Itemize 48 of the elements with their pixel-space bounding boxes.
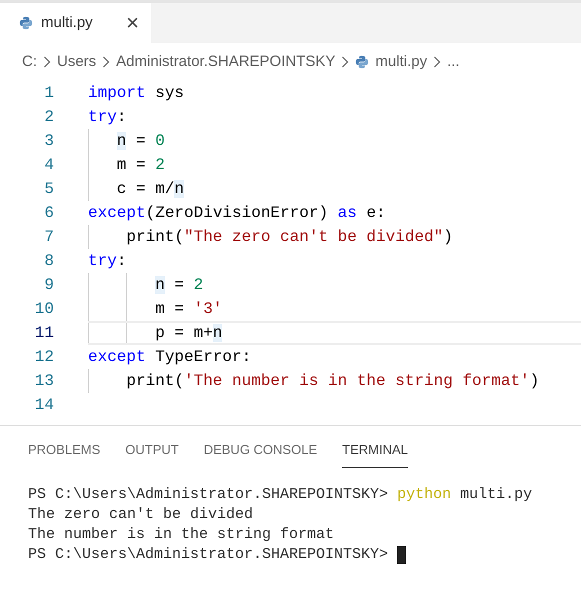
terminal-line: PS C:\Users\Administrator.SHAREPOINTSKY> python multi.py xyxy=(28,484,532,504)
code-line: except(ZeroDivisionError) as e: xyxy=(88,203,386,224)
chevron-right-icon xyxy=(341,56,350,68)
code-line: p = m+n xyxy=(155,323,222,344)
panel-tab[interactable]: DEBUG CONSOLE xyxy=(204,440,318,468)
terminal-line: PS C:\Users\Administrator.SHAREPOINTSKY> xyxy=(28,544,390,564)
line-number: 4 xyxy=(43,155,54,176)
code-line: try: xyxy=(88,251,126,272)
code-line: m = '3' xyxy=(155,299,222,320)
line-number: 9 xyxy=(43,275,54,296)
chevron-right-icon xyxy=(433,56,442,68)
panel-tab[interactable]: OUTPUT xyxy=(125,440,179,468)
editor-tab[interactable]: multi.py × xyxy=(0,3,151,43)
terminal-line: The zero can't be divided xyxy=(28,504,254,524)
chevron-right-icon xyxy=(102,56,110,68)
code-line: try: xyxy=(88,107,126,128)
breadcrumb-item[interactable]: multi.py xyxy=(355,50,428,74)
code-line: print("The zero can't be divided") xyxy=(126,227,453,248)
breadcrumb-item[interactable]: ... xyxy=(447,50,460,74)
panel-tab[interactable]: TERMINAL xyxy=(342,440,408,468)
code-line: import sys xyxy=(88,83,184,104)
line-number: 12 xyxy=(34,347,54,368)
line-number: 6 xyxy=(43,203,54,224)
python-file-icon xyxy=(355,55,370,69)
terminal-line: The number is in the string format xyxy=(28,524,334,544)
line-number: 11 xyxy=(34,323,54,344)
line-number: 14 xyxy=(34,395,54,416)
panel-tab[interactable]: PROBLEMS xyxy=(28,440,100,468)
code-line: m = 2 xyxy=(116,155,165,176)
line-number: 5 xyxy=(43,179,54,200)
line-number: 2 xyxy=(43,107,54,128)
code-line: except TypeError: xyxy=(88,347,252,368)
breadcrumb-item[interactable]: C: xyxy=(22,50,37,74)
code-line: c = m/n xyxy=(116,179,184,200)
code-line: n = 2 xyxy=(155,275,204,296)
line-number: 10 xyxy=(34,299,54,320)
line-number: 7 xyxy=(43,227,54,248)
python-file-icon xyxy=(19,16,33,30)
breadcrumb-item[interactable]: Administrator.SHAREPOINTSKY xyxy=(116,50,336,74)
chevron-right-icon xyxy=(43,56,51,68)
code-line: print('The number is in the string format') xyxy=(126,371,540,392)
breadcrumb-item[interactable]: Users xyxy=(57,50,96,74)
line-number: 1 xyxy=(43,83,54,104)
line-number: 13 xyxy=(34,371,54,392)
code-line: n = 0 xyxy=(116,131,165,152)
line-number: 3 xyxy=(43,131,54,152)
close-button[interactable]: × xyxy=(126,12,139,34)
line-number: 8 xyxy=(43,251,54,272)
